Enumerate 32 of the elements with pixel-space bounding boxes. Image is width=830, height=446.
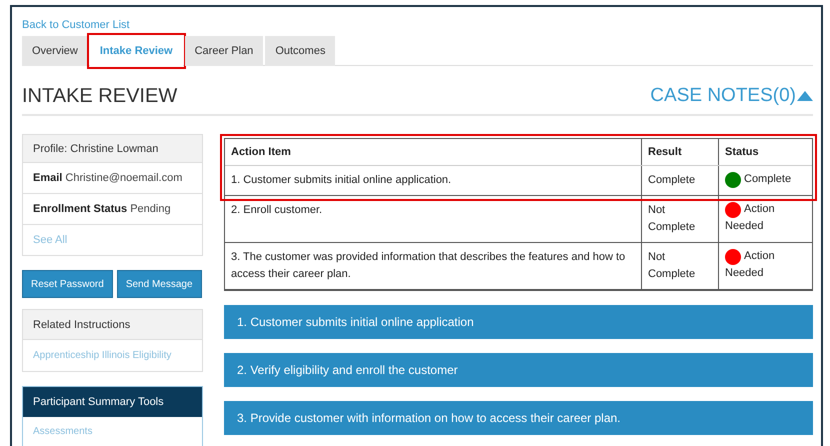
status-text: Action Needed (725, 250, 775, 280)
tab[interactable]: Outcomes (265, 36, 336, 66)
case-notes-toggle[interactable]: CASE NOTES(0) (650, 84, 813, 108)
back-link[interactable]: Back to Customer List (22, 19, 813, 32)
section-bar[interactable]: 3. Provide customer with information on how to access their career plan. (224, 401, 813, 435)
tool-link[interactable]: Assessments (23, 417, 202, 446)
see-all-link[interactable]: See All (23, 225, 202, 255)
instruction-link[interactable]: Apprenticeship Illinois Eligibility (23, 340, 202, 371)
column-header: Result (642, 139, 719, 165)
table-cell: Not Complete (642, 196, 719, 242)
table-cell: Complete (642, 166, 719, 195)
tab[interactable]: Overview (22, 36, 88, 66)
tab[interactable]: Career Plan (184, 36, 264, 66)
column-header: Action Item (225, 139, 642, 165)
table-cell: Not Complete (642, 243, 719, 289)
status-text: Complete (744, 173, 792, 185)
profile-field: Email Christine@noemail.com (23, 163, 202, 194)
section-bar[interactable]: 2. Verify eligibility and enroll the customer (224, 353, 813, 387)
caret-up-icon (797, 91, 813, 101)
profile-header: Profile: Christine Lowman (23, 135, 202, 163)
panel-header: Related Instructions (23, 310, 202, 340)
page-heading: INTAKE REVIEW (22, 84, 178, 108)
panel-header: Participant Summary Tools (23, 387, 202, 417)
profile-field: Enrollment Status Pending (23, 194, 202, 225)
action-button[interactable]: Send Message (116, 270, 202, 298)
column-header: Status (724, 145, 760, 160)
action-button[interactable]: Reset Password (22, 270, 113, 298)
status-text: Action Needed (725, 203, 775, 232)
table-cell: 3. The customer was provided information that describes the features and how to access their career plan. (225, 243, 642, 289)
table-cell: 1. Customer submits initial online application. (225, 166, 642, 195)
section-bar[interactable]: 1. Customer submits initial online application (224, 305, 813, 339)
table-cell: 2. Enroll customer. (225, 196, 642, 242)
